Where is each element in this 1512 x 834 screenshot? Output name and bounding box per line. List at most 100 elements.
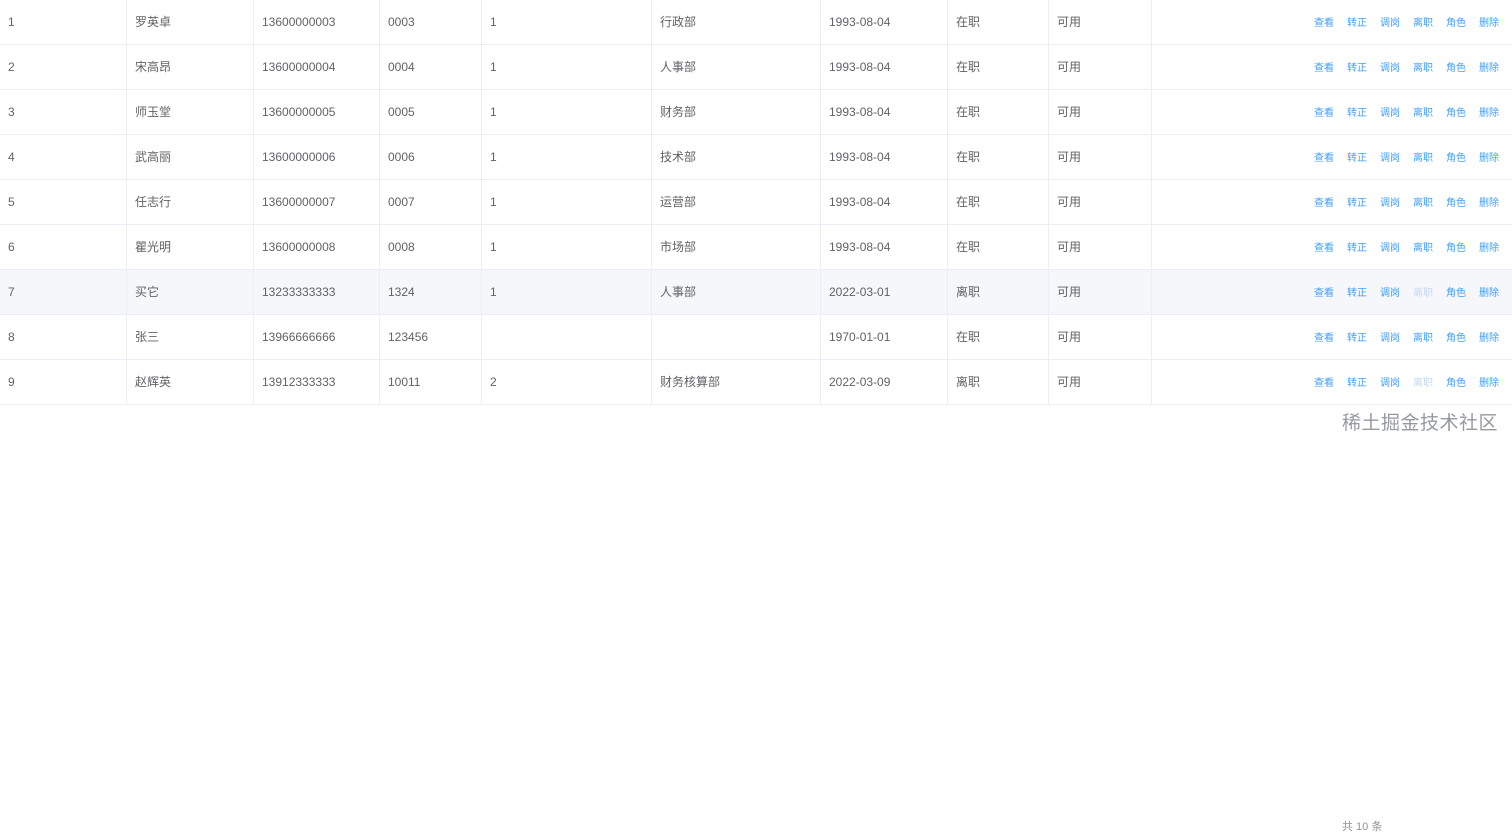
table-row: 9 赵辉英 13912333333 10011 2 财务核算部 2022-03-09 离职 可用… <box>0 360 1512 405</box>
role-button[interactable]: 角色 <box>1446 92 1466 134</box>
regularize-button[interactable]: 转正 <box>1347 47 1367 89</box>
role-button[interactable]: 角色 <box>1446 47 1466 89</box>
cell-employee-name: 买它 <box>127 270 254 314</box>
leave-button[interactable]: 离职 <box>1413 182 1433 224</box>
view-button[interactable]: 查看 <box>1314 92 1334 134</box>
leave-button[interactable]: 离职 <box>1413 137 1433 179</box>
cell-department <box>652 315 821 359</box>
cell-department: 市场部 <box>652 225 821 269</box>
leave-button[interactable]: 离职 <box>1413 47 1433 89</box>
view-button[interactable]: 查看 <box>1314 272 1334 314</box>
delete-button[interactable]: 删除 <box>1479 317 1499 359</box>
table-row: 5 任志行 13600000007 0007 1 运营部 1993-08-04 在职 可用 查看转… <box>0 180 1512 225</box>
view-button[interactable]: 查看 <box>1314 47 1334 89</box>
delete-button[interactable]: 删除 <box>1479 272 1499 314</box>
cell-row-index: 5 <box>0 180 127 224</box>
cell-employment-status: 在职 <box>948 90 1049 134</box>
leave-button[interactable]: 离职 <box>1413 2 1433 44</box>
cell-account-status: 可用 <box>1049 180 1152 224</box>
view-button[interactable]: 查看 <box>1314 182 1334 224</box>
cell-work-number: 0008 <box>380 225 482 269</box>
view-button[interactable]: 查看 <box>1314 227 1334 269</box>
transfer-button[interactable]: 调岗 <box>1380 272 1400 314</box>
role-button[interactable]: 角色 <box>1446 182 1466 224</box>
transfer-button[interactable]: 调岗 <box>1380 362 1400 404</box>
role-button[interactable]: 角色 <box>1446 227 1466 269</box>
view-button[interactable]: 查看 <box>1314 317 1334 359</box>
regularize-button[interactable]: 转正 <box>1347 362 1367 404</box>
leave-button: 离职 <box>1413 378 1433 389</box>
regularize-button[interactable]: 转正 <box>1347 92 1367 134</box>
leave-button[interactable]: 离职 <box>1413 317 1433 359</box>
transfer-button[interactable]: 调岗 <box>1380 47 1400 89</box>
cell-department: 运营部 <box>652 180 821 224</box>
delete-button[interactable]: 删除 <box>1479 137 1499 179</box>
cell-account-status: 可用 <box>1049 135 1152 179</box>
table-row: 3 师玉堂 13600000005 0005 1 财务部 1993-08-04 在职 可用 查看转… <box>0 90 1512 135</box>
view-button[interactable]: 查看 <box>1314 2 1334 44</box>
delete-button[interactable]: 删除 <box>1479 227 1499 269</box>
cell-hire-date: 1993-08-04 <box>821 180 948 224</box>
cell-operations: 查看 转正 调岗 离职 角色 删除 <box>1152 225 1512 269</box>
cell-department: 技术部 <box>652 135 821 179</box>
delete-button[interactable]: 删除 <box>1479 92 1499 134</box>
cell-employee-name: 张三 <box>127 315 254 359</box>
role-button[interactable]: 角色 <box>1446 362 1466 404</box>
transfer-button[interactable]: 调岗 <box>1380 2 1400 44</box>
cell-employment-form <box>482 315 652 359</box>
cell-account-status: 可用 <box>1049 270 1152 314</box>
cell-operations: 查看 转正 调岗 离职 角色 删除 <box>1152 90 1512 134</box>
cell-department: 行政部 <box>652 0 821 44</box>
cell-employment-status: 在职 <box>948 0 1049 44</box>
role-button[interactable]: 角色 <box>1446 317 1466 359</box>
regularize-button[interactable]: 转正 <box>1347 272 1367 314</box>
transfer-button[interactable]: 调岗 <box>1380 92 1400 134</box>
cell-work-number: 10011 <box>380 360 482 404</box>
delete-button[interactable]: 删除 <box>1479 182 1499 224</box>
regularize-button[interactable]: 转正 <box>1347 137 1367 179</box>
delete-button[interactable]: 删除 <box>1479 47 1499 89</box>
cell-row-index: 4 <box>0 135 127 179</box>
delete-button[interactable]: 删除 <box>1479 362 1499 404</box>
cell-phone-number: 13600000003 <box>254 0 380 44</box>
cell-employment-status: 在职 <box>948 45 1049 89</box>
view-button[interactable]: 查看 <box>1314 137 1334 179</box>
transfer-button[interactable]: 调岗 <box>1380 227 1400 269</box>
watermark: 稀土掘金技术社区 <box>1341 413 1498 434</box>
cell-hire-date: 2022-03-09 <box>821 360 948 404</box>
cell-operations: 查看 转正 调岗 离职 角色 删除 <box>1152 360 1512 404</box>
cell-account-status: 可用 <box>1049 225 1152 269</box>
regularize-button[interactable]: 转正 <box>1347 2 1367 44</box>
cell-phone-number: 13233333333 <box>254 270 380 314</box>
transfer-button[interactable]: 调岗 <box>1380 182 1400 224</box>
regularize-button[interactable]: 转正 <box>1347 227 1367 269</box>
table-row: 6 瞿光明 13600000008 0008 1 市场部 1993-08-04 在职 可用 查看转… <box>0 225 1512 270</box>
cell-employment-status: 离职 <box>948 360 1049 404</box>
cell-employee-name: 赵辉英 <box>127 360 254 404</box>
role-button[interactable]: 角色 <box>1446 272 1466 314</box>
regularize-button[interactable]: 转正 <box>1347 182 1367 224</box>
cell-row-index: 1 <box>0 0 127 44</box>
table-row: 8 张三 13966666666 123456 1970-01-01 在职 可用 查看 转正 调岗… <box>0 315 1512 360</box>
cell-row-index: 2 <box>0 45 127 89</box>
leave-button[interactable]: 离职 <box>1413 92 1433 134</box>
view-button[interactable]: 查看 <box>1314 362 1334 404</box>
cell-employment-status: 在职 <box>948 180 1049 224</box>
regularize-button[interactable]: 转正 <box>1347 317 1367 359</box>
cell-work-number: 1324 <box>380 270 482 314</box>
cell-phone-number: 13600000005 <box>254 90 380 134</box>
cell-hire-date: 1993-08-04 <box>821 90 948 134</box>
cell-row-index: 8 <box>0 315 127 359</box>
cell-account-status: 可用 <box>1049 90 1152 134</box>
cell-employment-form: 1 <box>482 45 652 89</box>
leave-button[interactable]: 离职 <box>1413 227 1433 269</box>
cell-account-status: 可用 <box>1049 0 1152 44</box>
role-button[interactable]: 角色 <box>1446 2 1466 44</box>
transfer-button[interactable]: 调岗 <box>1380 137 1400 179</box>
table-footer: 共 10 条 <box>0 402 1512 833</box>
role-button[interactable]: 角色 <box>1446 137 1466 179</box>
cell-employment-form: 1 <box>482 180 652 224</box>
cell-account-status: 可用 <box>1049 315 1152 359</box>
transfer-button[interactable]: 调岗 <box>1380 317 1400 359</box>
delete-button[interactable]: 删除 <box>1479 2 1499 44</box>
